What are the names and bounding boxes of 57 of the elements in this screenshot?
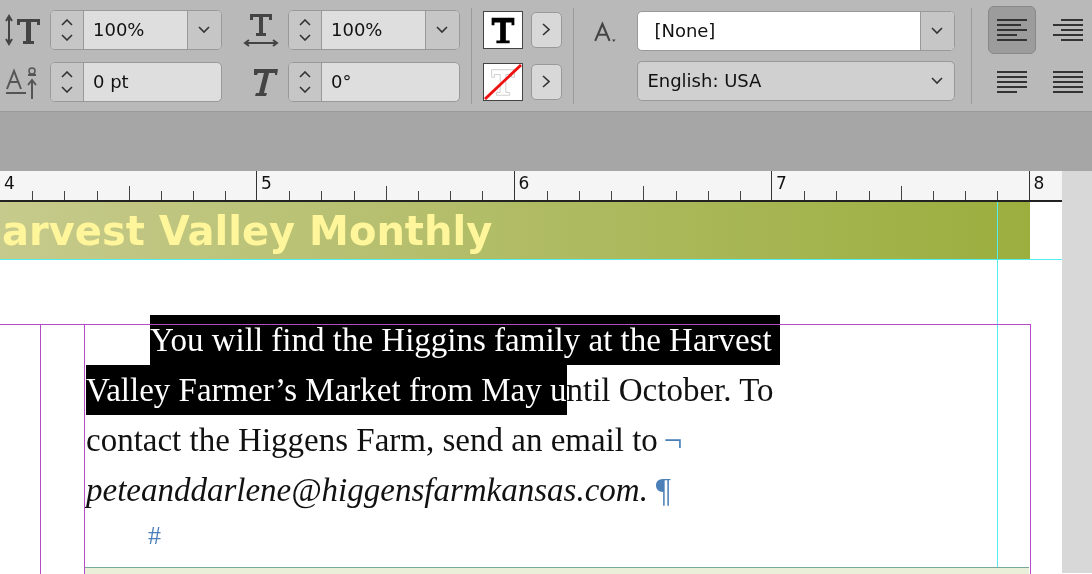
body-text: ntil October. To (566, 371, 774, 410)
ruler-label: 7 (776, 173, 787, 193)
value-field: English: USA (638, 61, 922, 100)
ruler-label: 8 (1033, 173, 1045, 193)
fill-swatch-icon[interactable] (482, 10, 523, 49)
caret-icon (198, 25, 211, 34)
skew-control[interactable]: 0° (288, 61, 460, 102)
dropdown-button[interactable] (425, 10, 459, 49)
dropdown-button[interactable] (187, 10, 221, 49)
align-button[interactable] (988, 5, 1036, 54)
align-lines-icon (997, 17, 1027, 42)
chevron-up-icon (61, 70, 73, 78)
chevron-down-icon (61, 33, 73, 41)
vertical-scale-control[interactable]: 100% (50, 9, 222, 50)
hidden-character-mark: ¶ (652, 471, 672, 510)
align-lines-icon (1053, 69, 1083, 94)
caret-icon (931, 76, 945, 85)
language-dropdown[interactable]: English: USA (637, 60, 956, 101)
caret-icon (931, 26, 945, 35)
chevron-right-icon (542, 23, 551, 36)
stepper-button[interactable] (51, 62, 84, 101)
ruler-label: 6 (518, 173, 530, 193)
chevron-up-icon (299, 70, 311, 78)
arrow-button[interactable] (530, 63, 562, 100)
ruler-label: 5 (261, 173, 272, 193)
ruler-label: 4 (4, 173, 15, 193)
chevron-up-icon (299, 18, 311, 26)
value-field: [None] (638, 11, 921, 50)
stroke-swatch-icon[interactable] (482, 62, 523, 101)
chevron-down-icon (61, 85, 73, 93)
body-text: contact the Higgens Farm, send an email to (86, 421, 658, 460)
chevron-right-icon (542, 75, 551, 88)
stepper-button[interactable] (51, 10, 84, 49)
stepper-button[interactable] (289, 10, 322, 49)
chevron-down-icon (299, 33, 311, 41)
arrow-button[interactable] (530, 11, 562, 48)
horizontal-scale-control[interactable]: 100% (288, 9, 460, 50)
end-of-story-mark: # (147, 520, 161, 552)
scrollbar[interactable] (1062, 202, 1092, 573)
chevron-down-icon (299, 85, 311, 93)
value-field[interactable]: 100% (322, 10, 425, 49)
body-text: peteanddarlene@higgensfarmkansas.com. (86, 471, 648, 511)
stepper-button[interactable] (289, 62, 322, 101)
value-field[interactable]: 0° (322, 62, 459, 101)
align-lines-icon (1053, 17, 1083, 42)
body-text: You will find the Higgins family at the Harvest (150, 315, 780, 365)
value-field[interactable]: 0 pt (84, 62, 221, 101)
character-style-dropdown[interactable]: [None] (637, 10, 956, 51)
value-field[interactable]: 100% (84, 10, 187, 49)
align-lines-icon (997, 69, 1027, 94)
baseline-shift-control[interactable]: 0 pt (50, 61, 222, 102)
dropdown-button[interactable] (920, 11, 955, 50)
caret-icon (436, 25, 449, 34)
hidden-character-mark: ¬ (662, 421, 683, 460)
chevron-up-icon (61, 18, 73, 26)
body-text: Valley Farmer’s Market from May u (86, 365, 567, 415)
banner-title: arvest Valley Monthly (2, 207, 493, 254)
